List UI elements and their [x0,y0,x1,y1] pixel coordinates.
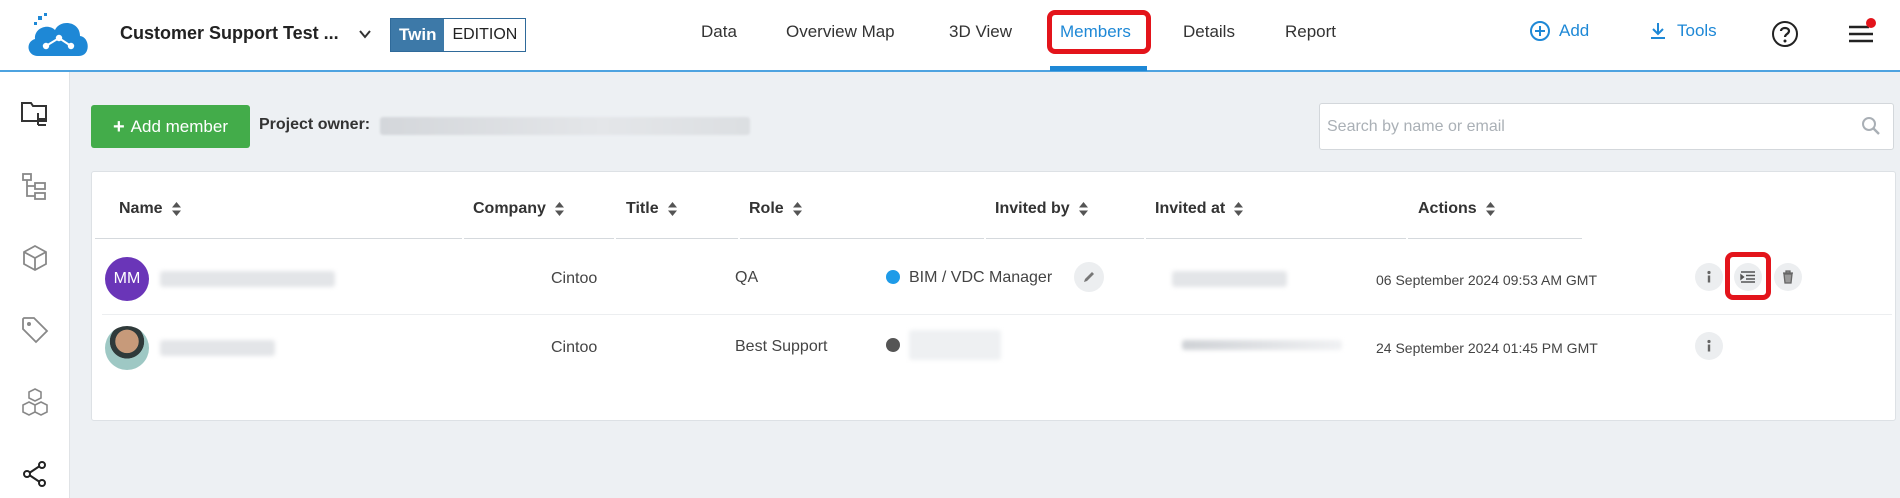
add-member-label: Add member [130,116,228,136]
plus-icon: + [112,115,125,138]
chevron-down-icon[interactable] [357,26,373,42]
cubes-icon[interactable] [20,387,50,417]
info-icon [1707,270,1711,283]
hierarchy-icon[interactable] [20,171,50,201]
avatar [105,326,149,370]
tools-label: Tools [1677,21,1717,40]
header-divider [1146,238,1406,239]
search-box[interactable] [1319,103,1894,150]
sort-icon [667,202,677,216]
company-cell: Cintoo [551,270,598,287]
header-divider [95,238,462,239]
cintoo-logo[interactable] [24,12,92,62]
sort-icon [792,202,802,216]
column-name-label: Name [119,200,163,217]
tab-details[interactable]: Details [1183,0,1235,72]
role-status-dot [886,270,900,284]
project-owner-label: Project owner: [259,116,371,133]
edition-twin: Twin [391,19,445,51]
members-table: Name Company Title Role Invited by Invit… [91,171,1896,421]
role-cell: BIM / VDC Manager [909,269,1053,286]
add-member-button[interactable]: + Add member [91,105,250,148]
top-bar: Customer Support Test ... Twin EDITION D… [0,0,1900,72]
invited-at-cell: 06 September 2024 09:53 AM GMT [1376,272,1598,288]
column-title-label: Title [626,200,659,217]
column-name[interactable]: Name [119,200,181,218]
row-divider [102,314,1892,315]
edition-label: EDITION [444,19,526,51]
delete-button[interactable] [1774,263,1802,291]
info-icon [1707,339,1711,352]
column-invited-by-label: Invited by [995,200,1070,217]
download-icon [1651,23,1665,39]
column-invited-at[interactable]: Invited at [1155,200,1244,218]
sort-icon [171,202,181,216]
info-button[interactable] [1695,332,1723,360]
folder-tree-icon[interactable] [20,99,50,129]
header-divider [740,238,984,239]
add-label: Add [1559,21,1590,40]
plus-circle-icon [1530,21,1550,41]
header-divider [464,238,614,239]
project-name[interactable]: Customer Support Test ... [120,23,339,44]
column-company-label: Company [473,200,546,217]
sort-icon [554,202,564,216]
sidebar [0,72,70,498]
avatar: MM [105,257,149,301]
sort-icon [1078,202,1088,216]
invited-at-cell: 24 September 2024 01:45 PM GMT [1376,340,1598,356]
sort-icon [1485,202,1495,216]
tab-data[interactable]: Data [701,0,737,72]
column-role-label: Role [749,200,784,217]
column-title[interactable]: Title [626,200,677,218]
add-button[interactable]: Add [1529,20,1589,42]
header-divider [1408,238,1582,239]
company-cell: Cintoo [551,339,598,356]
column-role[interactable]: Role [749,200,802,218]
highlight-box [1047,10,1151,54]
info-button[interactable] [1695,263,1723,291]
search-input[interactable] [1320,104,1840,149]
pencil-icon [1084,272,1094,282]
notification-dot [1866,18,1876,28]
edition-badge: Twin EDITION [390,18,527,52]
role-redacted [909,330,1001,360]
tab-report[interactable]: Report [1285,0,1336,72]
member-name-redacted [160,271,335,287]
member-name-redacted [160,340,275,356]
tag-icon[interactable] [20,315,50,345]
header-divider [986,238,1144,239]
search-icon[interactable] [1861,116,1881,136]
project-owner-redacted [380,117,750,135]
tools-button[interactable]: Tools [1647,20,1717,42]
highlight-box [1725,252,1771,300]
tab-3d-view[interactable]: 3D View [949,0,1012,72]
column-invited-at-label: Invited at [1155,200,1226,217]
column-actions[interactable]: Actions [1418,200,1495,218]
invited-by-redacted [1172,271,1287,287]
title-cell: QA [735,269,759,286]
column-company[interactable]: Company [473,200,564,218]
title-cell: Best Support [735,338,828,355]
trash-icon [1783,270,1793,284]
sort-icon [1234,202,1244,216]
active-tab-indicator [1050,66,1147,71]
tab-overview-map[interactable]: Overview Map [786,0,895,72]
column-invited-by[interactable]: Invited by [995,200,1088,218]
cube-icon[interactable] [20,243,50,273]
header-divider [616,238,738,239]
invited-by-redacted [1182,340,1342,350]
role-status-dot [886,338,900,352]
column-actions-label: Actions [1418,200,1477,217]
edit-role-button[interactable] [1074,262,1104,292]
help-icon[interactable] [1771,20,1799,48]
share-icon[interactable] [20,459,50,489]
